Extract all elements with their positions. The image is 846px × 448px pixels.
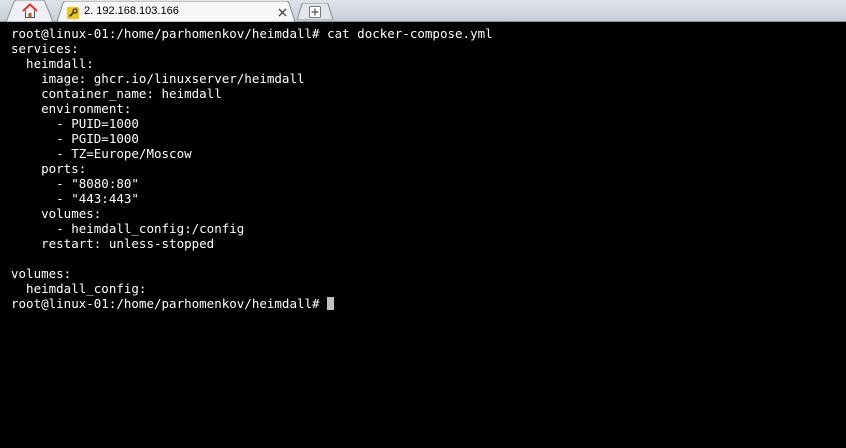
tab-bar: 2. 192.168.103.166 <box>0 0 846 22</box>
terminal-output[interactable]: root@linux-01:/home/parhomenkov/heimdall… <box>0 22 846 448</box>
close-icon[interactable] <box>277 5 288 17</box>
terminal-line: restart: unless-stopped <box>11 236 215 251</box>
terminal-line: heimdall: <box>11 56 94 71</box>
terminal-line: root@linux-01:/home/parhomenkov/heimdall… <box>11 26 493 41</box>
terminal-line: ports: <box>11 161 87 176</box>
terminal-line: - "443:443" <box>11 191 139 206</box>
terminal-line: - TZ=Europe/Moscow <box>11 146 192 161</box>
terminal-line: - "8080:80" <box>11 176 139 191</box>
terminal-line: services: <box>11 41 79 56</box>
home-tab[interactable] <box>4 0 54 22</box>
plus-icon <box>309 6 321 18</box>
tab-title: 2. 192.168.103.166 <box>84 5 179 17</box>
terminal-line: heimdall_config: <box>11 281 147 296</box>
terminal-cursor <box>327 297 335 310</box>
wrench-icon <box>67 6 79 19</box>
terminal-prompt-line[interactable]: root@linux-01:/home/parhomenkov/heimdall… <box>11 296 846 311</box>
terminal-line: container_name: heimdall <box>11 86 222 101</box>
home-icon[interactable] <box>22 3 38 19</box>
terminal-line: volumes: <box>11 266 72 281</box>
terminal-line: - PUID=1000 <box>11 116 139 131</box>
new-tab-button[interactable] <box>296 3 334 20</box>
terminal-line: environment: <box>11 101 132 116</box>
terminal-line: - heimdall_config:/config <box>11 221 245 236</box>
terminal-prompt: root@linux-01:/home/parhomenkov/heimdall… <box>11 296 328 311</box>
terminal-line: - PGID=1000 <box>11 131 139 146</box>
terminal-app: 2. 192.168.103.166 root@linux-01:/home/p… <box>0 0 846 448</box>
terminal-line: image: ghcr.io/linuxserver/heimdall <box>11 71 305 86</box>
terminal-line: volumes: <box>11 206 102 221</box>
tab-session[interactable]: 2. 192.168.103.166 <box>56 1 296 22</box>
